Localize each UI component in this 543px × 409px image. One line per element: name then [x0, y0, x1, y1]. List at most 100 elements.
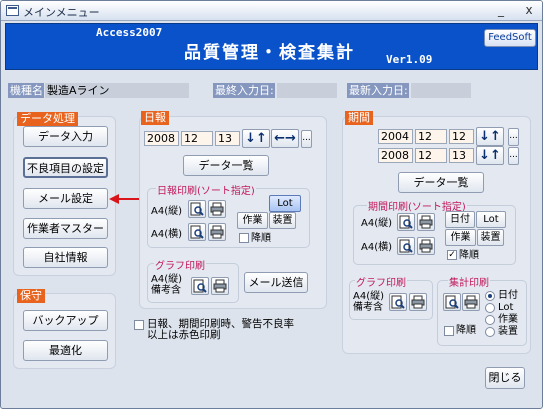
period-to-updown-button[interactable]: ↓↑	[476, 146, 504, 165]
printer-icon	[419, 215, 433, 229]
daily-print-landscape-button[interactable]	[208, 223, 226, 241]
period-print-portrait-button[interactable]	[417, 213, 435, 231]
title-bar: メインメニュー _ x	[1, 1, 542, 21]
printer-icon	[411, 295, 425, 309]
period-to-month-input[interactable]: 12	[415, 148, 447, 163]
printer-icon	[210, 202, 224, 216]
summary-print-button[interactable]	[462, 293, 480, 311]
header-banner: Access2007 品質管理・検査集計 Ver1.09 FeedSoft	[5, 23, 538, 70]
period-data-list-button[interactable]: データ一覧	[398, 172, 484, 193]
optimize-button[interactable]: 最適化	[23, 340, 108, 361]
latest-input-value	[411, 83, 471, 98]
period-from-more-button[interactable]: ...	[508, 128, 519, 146]
period-from-day-input[interactable]: 12	[449, 129, 474, 144]
period-landscape-label: A4(横)	[361, 242, 393, 253]
period-to-year-input[interactable]: 2008	[378, 148, 413, 163]
daily-portrait-label: A4(縦)	[151, 206, 183, 217]
printer-icon	[213, 279, 227, 293]
model-value: 製造Aライン	[45, 83, 189, 98]
data-processing-title: データ処理	[17, 112, 78, 126]
company-info-button[interactable]: 自社情報	[23, 247, 108, 268]
period-portrait-label: A4(縦)	[361, 218, 393, 229]
summary-radio-device[interactable]	[485, 327, 495, 337]
period-graph-label-1: A4(縦)	[353, 291, 385, 302]
period-desc-checkbox[interactable]: ✓	[447, 250, 457, 260]
summary-print-group-label: 集計印刷	[448, 274, 490, 289]
period-sort-device-button[interactable]: 装置	[477, 229, 504, 246]
period-graph-group-label: グラフ印刷	[355, 274, 407, 289]
period-sort-lot-button[interactable]: Lot	[476, 211, 506, 228]
main-menu-window: メインメニュー _ x Access2007 品質管理・検査集計 Ver1.09…	[0, 0, 543, 409]
period-print-landscape-button[interactable]	[417, 237, 435, 255]
daily-preview-landscape-button[interactable]	[188, 223, 206, 241]
preview-icon	[190, 202, 204, 216]
daily-leftright-button[interactable]: ←→	[271, 129, 299, 148]
daily-graph-print-button[interactable]	[211, 277, 229, 295]
printer-icon	[210, 225, 224, 239]
period-sort-date-button[interactable]: 日付	[445, 211, 475, 228]
banner-subtitle: Access2007	[96, 26, 163, 39]
defect-settings-button[interactable]: 不良項目の設定	[23, 157, 108, 178]
backup-button[interactable]: バックアップ	[23, 310, 108, 331]
daily-print-group-label: 日報印刷(ソート指定)	[156, 182, 256, 197]
summary-radio-lot[interactable]	[485, 303, 495, 313]
summary-radio-work-label: 作業	[498, 314, 518, 325]
daily-sort-work-button[interactable]: 作業	[237, 212, 268, 229]
daily-graph-preview-button[interactable]	[191, 277, 209, 295]
daily-graph-label-1: A4(縦)	[151, 274, 183, 285]
summary-preview-button[interactable]	[443, 293, 461, 311]
close-window-button[interactable]: x	[520, 2, 538, 18]
mail-settings-button[interactable]: メール設定	[23, 188, 108, 209]
period-graph-preview-button[interactable]	[389, 293, 407, 311]
period-from-year-input[interactable]: 2004	[378, 129, 413, 144]
daily-print-portrait-button[interactable]	[208, 200, 226, 218]
latest-input-label: 最新入力日:	[347, 83, 409, 98]
warning-line-2: 以上は赤色印刷	[147, 329, 221, 341]
printer-icon	[464, 295, 478, 309]
daily-year-input[interactable]: 2008	[144, 131, 179, 146]
preview-icon	[190, 225, 204, 239]
daily-more-button[interactable]: ...	[301, 130, 312, 148]
minimize-button[interactable]: _	[492, 2, 510, 18]
daily-updown-button[interactable]: ↓↑	[242, 129, 270, 148]
banner-title: 品質管理・検査集計	[184, 43, 355, 63]
daily-desc-checkbox[interactable]	[239, 233, 249, 243]
banner-version: Ver1.09	[386, 53, 433, 66]
period-sort-work-button[interactable]: 作業	[445, 229, 476, 246]
period-to-day-input[interactable]: 13	[449, 148, 474, 163]
preview-icon	[391, 295, 405, 309]
preview-icon	[399, 215, 413, 229]
daily-sort-device-button[interactable]: 装置	[269, 212, 296, 229]
period-from-updown-button[interactable]: ↓↑	[476, 127, 504, 146]
period-graph-print-button[interactable]	[409, 293, 427, 311]
period-from-month-input[interactable]: 12	[415, 129, 447, 144]
mail-send-button[interactable]: メール送信	[244, 272, 308, 293]
summary-radio-lot-label: Lot	[498, 302, 514, 313]
daily-desc-label: 降順	[251, 233, 271, 244]
last-input-label: 最終入力日:	[213, 83, 275, 98]
period-to-more-button[interactable]: ...	[508, 147, 519, 165]
period-graph-label-2: 備考含	[353, 302, 383, 313]
daily-graph-label-2: 備考含	[151, 285, 181, 296]
warning-red-print-checkbox[interactable]	[134, 320, 144, 330]
printer-icon	[419, 239, 433, 253]
feedsoft-button[interactable]: FeedSoft	[484, 29, 536, 47]
summary-radio-work[interactable]	[485, 315, 495, 325]
worker-master-button[interactable]: 作業者マスター	[23, 218, 108, 239]
daily-preview-portrait-button[interactable]	[188, 200, 206, 218]
last-input-value	[277, 83, 337, 98]
period-preview-landscape-button[interactable]	[397, 237, 415, 255]
daily-month-input[interactable]: 12	[181, 131, 213, 146]
daily-sort-lot-button[interactable]: Lot	[269, 195, 301, 212]
summary-desc-checkbox[interactable]	[444, 326, 454, 336]
summary-radio-date-label: 日付	[498, 290, 518, 301]
summary-radio-date[interactable]	[485, 291, 495, 301]
period-title: 期間	[345, 111, 373, 125]
daily-day-input[interactable]: 13	[215, 131, 240, 146]
period-preview-portrait-button[interactable]	[397, 213, 415, 231]
data-input-button[interactable]: データ入力	[23, 126, 108, 147]
preview-icon	[193, 279, 207, 293]
app-icon	[6, 5, 19, 16]
daily-data-list-button[interactable]: データ一覧	[183, 155, 269, 176]
close-button[interactable]: 閉じる	[485, 367, 525, 389]
